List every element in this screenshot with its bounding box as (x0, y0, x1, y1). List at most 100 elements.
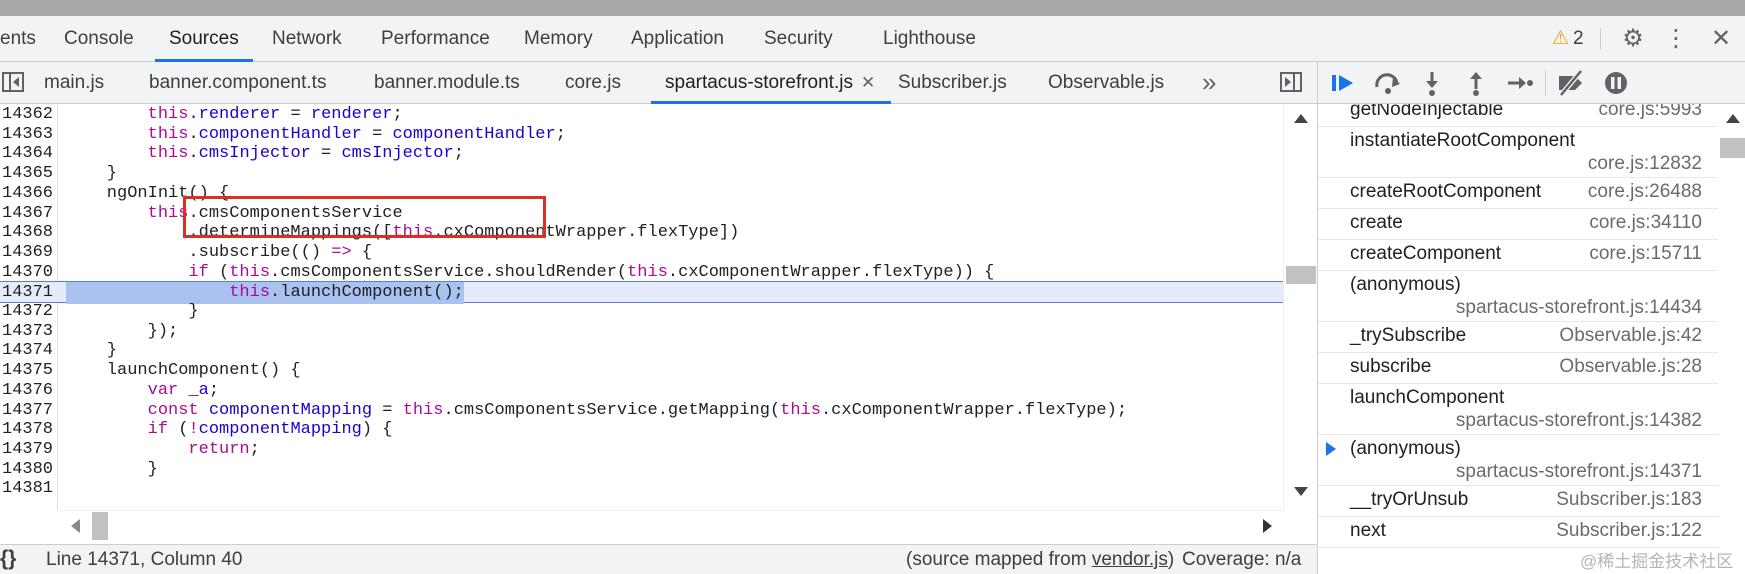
line-number[interactable]: 14381 (0, 478, 56, 500)
scroll-right-arrow-icon[interactable] (1263, 519, 1272, 533)
line-number[interactable]: 14374 (0, 340, 56, 362)
code-line[interactable]: 14363 this.componentHandler = componentH… (0, 124, 1283, 146)
line-number[interactable]: 14370 (0, 262, 56, 284)
pretty-print-button[interactable]: {} (0, 547, 16, 571)
step-icon[interactable] (1505, 69, 1535, 97)
tab-sources[interactable]: Sources (155, 16, 253, 62)
frame-location-link[interactable]: spartacus-storefront.js:14382 (1456, 410, 1702, 432)
code-line[interactable]: 14376 var _a; (0, 380, 1283, 402)
scroll-up-arrow-icon[interactable] (1294, 114, 1308, 123)
settings-gear-icon[interactable]: ⚙ (1617, 16, 1649, 62)
line-number[interactable]: 14367 (0, 203, 56, 225)
tab-application[interactable]: Application (631, 16, 724, 61)
tab-elements[interactable]: ents (0, 16, 36, 61)
editor-horizontal-scrollbar[interactable] (58, 510, 1283, 542)
call-frame[interactable]: createComponent core.js:15711 (1318, 240, 1718, 271)
tab-lighthouse[interactable]: Lighthouse (883, 16, 976, 61)
tab-performance[interactable]: Performance (381, 16, 490, 61)
code-line[interactable]: 14365 } (0, 163, 1283, 185)
code-line[interactable]: 14375 launchComponent() { (0, 360, 1283, 382)
toggle-navigator-icon[interactable] (2, 72, 24, 92)
frame-location-link[interactable]: Observable.js:28 (1559, 356, 1702, 378)
call-frame[interactable]: instantiateRootComponent core.js:12832 (1318, 127, 1718, 178)
scroll-thumb[interactable] (1720, 138, 1745, 158)
paused-code-line[interactable]: 14371 this.launchComponent(); (0, 281, 1283, 305)
warnings-counter[interactable]: ⚠ 2 (1552, 16, 1584, 62)
call-frame-current[interactable]: (anonymous) spartacus-storefront.js:14371 (1318, 435, 1718, 486)
line-number[interactable]: 14378 (0, 419, 56, 441)
file-tab-subscriber[interactable]: Subscriber.js (898, 62, 1007, 103)
step-over-icon[interactable] (1373, 69, 1403, 97)
code-line[interactable]: 14362 this.renderer = renderer; (0, 104, 1283, 126)
line-number[interactable]: 14380 (0, 459, 56, 481)
call-frame[interactable]: subscribe Observable.js:28 (1318, 353, 1718, 384)
line-number[interactable]: 14365 (0, 163, 56, 185)
deactivate-breakpoints-icon[interactable] (1556, 69, 1586, 97)
file-tab-spartacus-storefront[interactable]: spartacus-storefront.js ✕ (650, 62, 892, 104)
code-line[interactable]: 14373 }); (0, 321, 1283, 343)
file-tab-banner-component[interactable]: banner.component.ts (149, 62, 326, 103)
step-into-icon[interactable] (1417, 69, 1447, 97)
close-devtools-icon[interactable]: ✕ (1704, 16, 1738, 62)
line-number[interactable]: 14362 (0, 104, 56, 126)
code-line[interactable]: 14364 this.cmsInjector = cmsInjector; (0, 143, 1283, 165)
source-map-link[interactable]: vendor.js (1092, 549, 1168, 570)
file-tab-core-js[interactable]: core.js (565, 62, 621, 103)
frame-location-link[interactable]: core.js:26488 (1588, 181, 1702, 203)
pause-on-exceptions-icon[interactable] (1601, 69, 1631, 97)
line-number[interactable]: 14369 (0, 242, 56, 264)
code-line[interactable]: 14379 return; (0, 439, 1283, 461)
call-frame[interactable]: __tryOrUnsub Subscriber.js:183 (1318, 486, 1718, 517)
frame-location-link[interactable]: spartacus-storefront.js:14434 (1456, 297, 1702, 319)
line-number[interactable]: 14377 (0, 400, 56, 422)
frame-location-link[interactable]: Observable.js:42 (1559, 325, 1702, 347)
call-frame[interactable]: (anonymous) spartacus-storefront.js:14434 (1318, 271, 1718, 322)
code-line[interactable]: 14378 if (!componentMapping) { (0, 419, 1283, 441)
scroll-down-arrow-icon[interactable] (1294, 487, 1308, 496)
frame-location-link[interactable]: Subscriber.js:122 (1556, 520, 1702, 542)
line-number[interactable]: 14363 (0, 124, 56, 146)
scroll-thumb[interactable] (1286, 266, 1316, 284)
code-line[interactable]: 14369 .subscribe(() => { (0, 242, 1283, 264)
call-frame[interactable]: getNodeInjectable core.js:5993 (1318, 104, 1718, 127)
code-line[interactable]: 14381 (0, 478, 1283, 500)
code-line[interactable]: 14380 } (0, 459, 1283, 481)
line-number[interactable]: 14375 (0, 360, 56, 382)
scroll-up-arrow-icon[interactable] (1726, 114, 1740, 123)
editor-vertical-scrollbar[interactable] (1283, 104, 1317, 510)
resume-icon[interactable] (1328, 69, 1358, 97)
more-options-icon[interactable]: ⋮ (1664, 16, 1688, 62)
more-tabs-icon[interactable]: » (1202, 62, 1216, 104)
close-tab-icon[interactable]: ✕ (861, 73, 875, 92)
frame-location-link[interactable]: core.js:15711 (1589, 243, 1702, 265)
call-frame[interactable]: create core.js:34110 (1318, 209, 1718, 240)
code-line[interactable]: 14374 } (0, 340, 1283, 362)
code-line[interactable]: 14372 } (0, 301, 1283, 323)
scroll-thumb[interactable] (92, 512, 108, 540)
frame-location-link[interactable]: core.js:5993 (1598, 104, 1702, 121)
tab-console[interactable]: Console (64, 16, 134, 61)
call-stack-scrollbar[interactable] (1718, 104, 1745, 574)
code-editor[interactable]: 14362 this.renderer = renderer; 14363 thi… (0, 104, 1283, 510)
tab-network[interactable]: Network (272, 16, 342, 61)
scroll-left-arrow-icon[interactable] (71, 519, 80, 533)
toggle-debugger-icon[interactable] (1280, 72, 1302, 92)
call-frame[interactable]: _trySubscribe Observable.js:42 (1318, 322, 1718, 353)
frame-location-link[interactable]: Subscriber.js:183 (1556, 489, 1702, 511)
line-number[interactable]: 14364 (0, 143, 56, 165)
line-number[interactable]: 14366 (0, 183, 56, 205)
call-frame[interactable]: next Subscriber.js:122 (1318, 517, 1718, 548)
frame-location-link[interactable]: spartacus-storefront.js:14371 (1456, 461, 1702, 483)
step-out-icon[interactable] (1461, 69, 1491, 97)
file-tab-main-js[interactable]: main.js (44, 62, 104, 103)
line-number[interactable]: 14379 (0, 439, 56, 461)
call-frame[interactable]: createRootComponent core.js:26488 (1318, 178, 1718, 209)
frame-location-link[interactable]: core.js:12832 (1588, 153, 1702, 175)
file-tab-observable[interactable]: Observable.js (1048, 62, 1164, 103)
line-number[interactable]: 14376 (0, 380, 56, 402)
code-line[interactable]: 14370 if (this.cmsComponentsService.shou… (0, 262, 1283, 284)
call-frame[interactable]: launchComponent spartacus-storefront.js:1… (1318, 384, 1718, 435)
line-number[interactable]: 14373 (0, 321, 56, 343)
tab-security[interactable]: Security (764, 16, 833, 61)
tab-memory[interactable]: Memory (524, 16, 593, 61)
